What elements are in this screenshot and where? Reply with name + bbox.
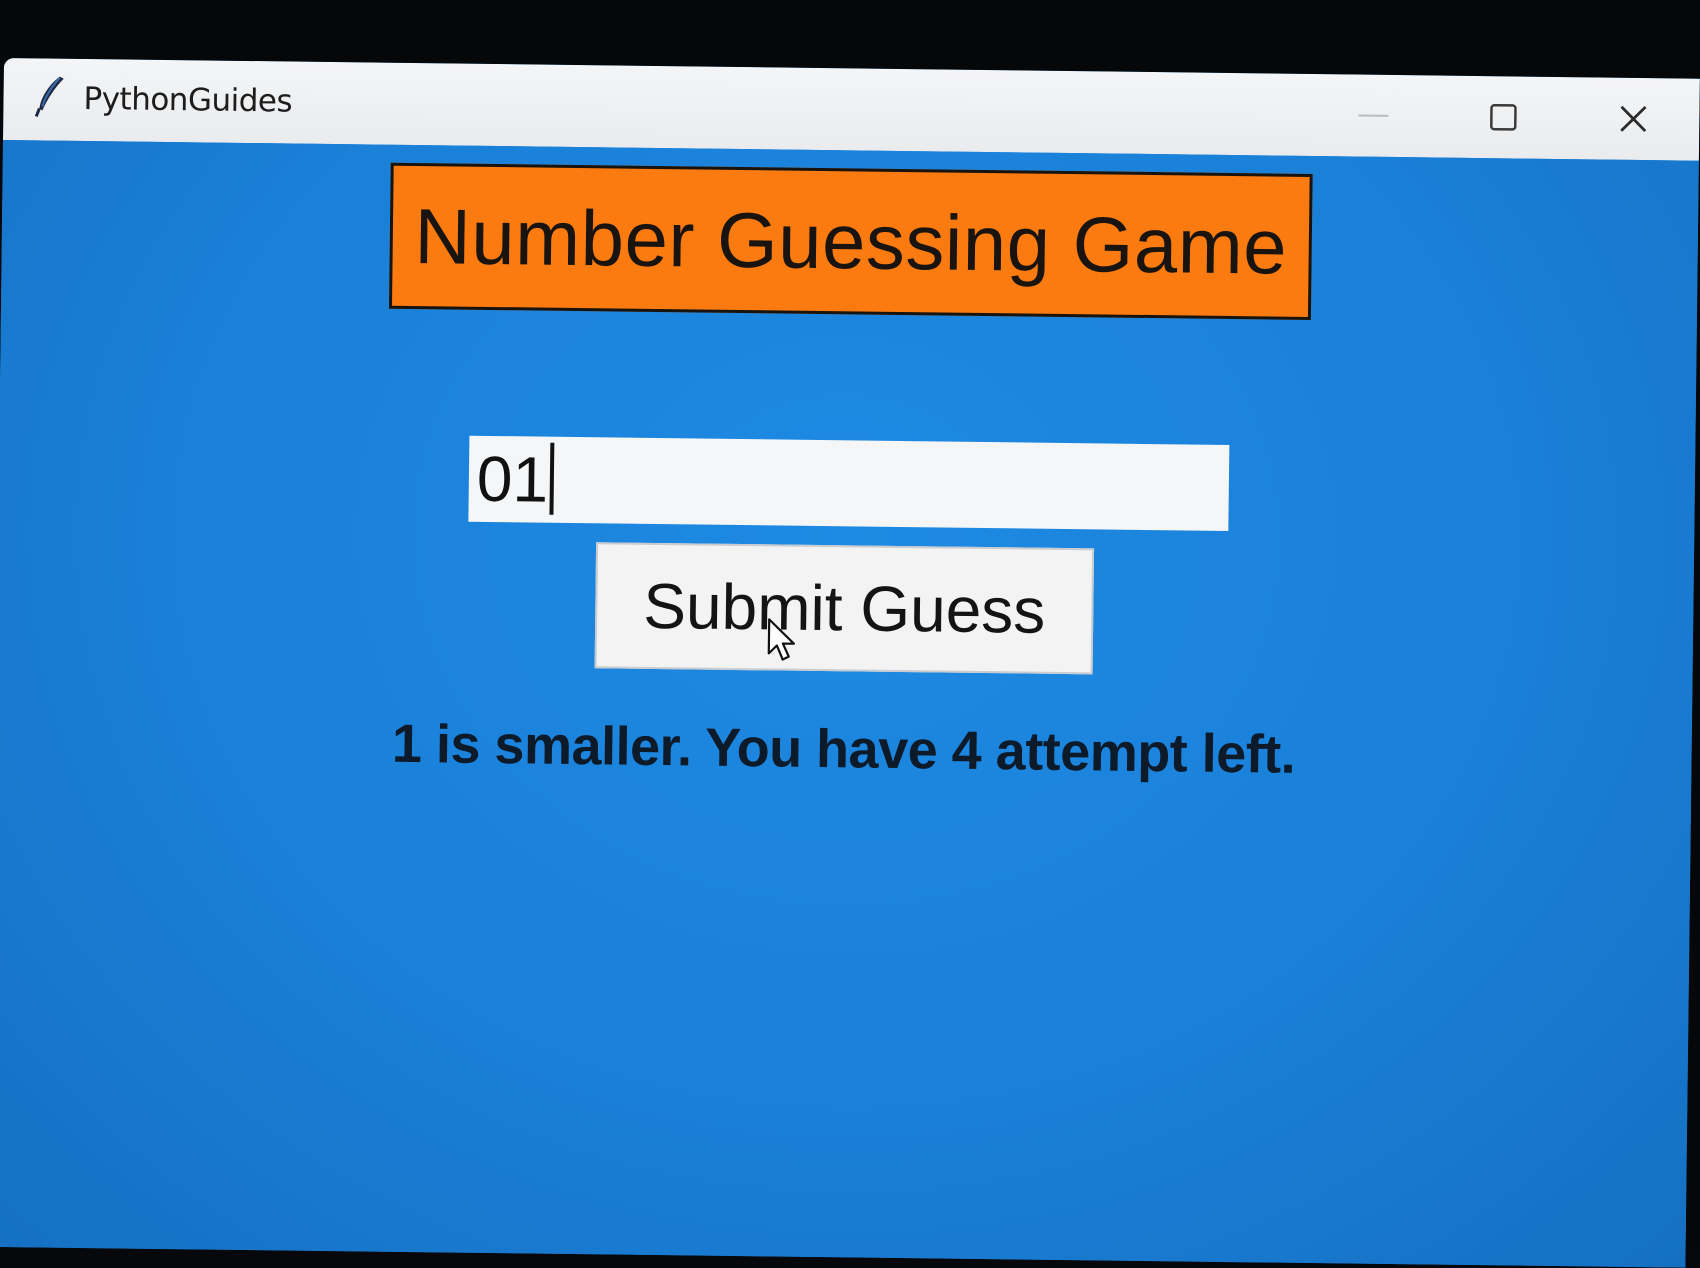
minimize-icon <box>1358 114 1389 117</box>
maximize-icon <box>1490 103 1517 131</box>
game-area: Number Guessing Game Submit Guess 1 is s… <box>0 139 1699 1268</box>
close-icon <box>1620 105 1647 133</box>
game-title: Number Guessing Game <box>388 162 1313 320</box>
maximize-button[interactable] <box>1443 76 1564 159</box>
guess-input[interactable] <box>468 435 1230 531</box>
mouse-pointer-icon <box>767 618 796 661</box>
feather-icon <box>34 76 64 117</box>
screen: PythonGuides Number Guessing Game 01 Sub… <box>0 0 1700 1268</box>
window-title: PythonGuides <box>83 80 293 120</box>
minimize-button[interactable] <box>1313 74 1434 157</box>
result-message: 1 is smaller. You have 4 attempt left. <box>391 713 1296 785</box>
submit-guess-button[interactable]: Submit Guess <box>594 542 1095 675</box>
app-window: PythonGuides Number Guessing Game 01 Sub… <box>0 58 1700 1268</box>
close-button[interactable] <box>1573 77 1694 160</box>
